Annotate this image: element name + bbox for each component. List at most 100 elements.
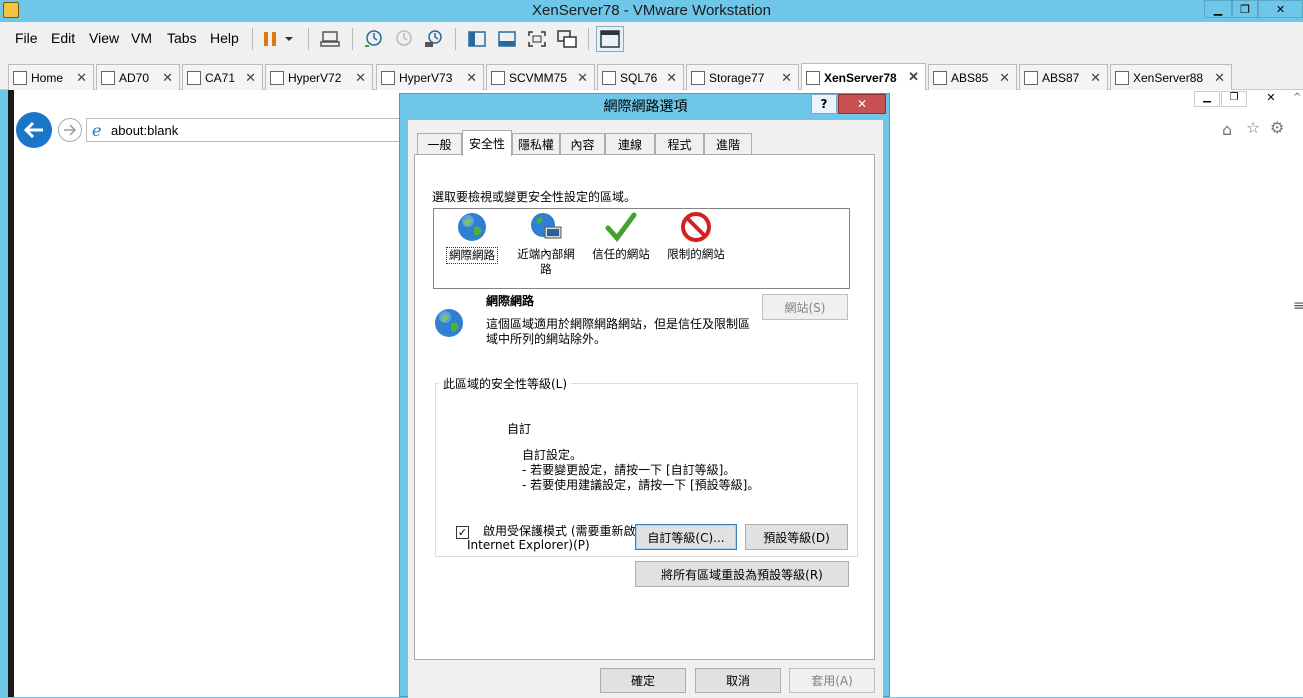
menu-view[interactable]: View (89, 30, 119, 46)
thumbnail-bar-icon[interactable] (496, 29, 518, 49)
vm-icon (491, 70, 505, 85)
favorites-star-icon[interactable]: ☆ (1246, 118, 1260, 137)
help-button[interactable]: ? (811, 94, 837, 114)
svg-text:e: e (92, 122, 101, 138)
vm-icon (691, 70, 705, 85)
default-level-button[interactable]: 預設等級(D) (745, 524, 848, 550)
unity-icon[interactable] (556, 29, 578, 49)
vm-tab-ad70[interactable]: AD70 ✕ (96, 64, 180, 90)
forward-button[interactable] (58, 118, 82, 142)
menu-tabs[interactable]: Tabs (167, 30, 197, 46)
vm-icon (1115, 70, 1129, 85)
vm-tab-scvmm75[interactable]: SCVMM75 ✕ (486, 64, 595, 90)
vm-tab-label: HyperV72 (288, 70, 342, 85)
minimize-button[interactable]: ▁ (1204, 0, 1232, 18)
console-view-icon[interactable] (596, 26, 624, 52)
vmware-titlebar: XenServer78 - VMware Workstation ▁ ❐ ✕ (0, 0, 1303, 22)
ok-button[interactable]: 確定 (600, 668, 686, 693)
guest-minimize-button[interactable]: ▁ (1194, 91, 1220, 107)
chevron-down-icon[interactable] (282, 29, 296, 49)
home-icon[interactable]: ⌂ (1222, 120, 1232, 139)
vm-tab-label: AD70 (119, 70, 150, 85)
vm-tab-xenserver88[interactable]: XenServer88 ✕ (1110, 64, 1232, 90)
snapshot-manager-icon[interactable] (422, 29, 444, 49)
scroll-up-icon[interactable]: ^ (1293, 92, 1301, 103)
tab-security[interactable]: 安全性 (462, 130, 512, 156)
restore-button[interactable]: ❐ (1232, 0, 1258, 18)
library-view-icon[interactable] (466, 29, 488, 49)
close-tab-icon[interactable]: ✕ (577, 70, 588, 86)
guest-restore-button[interactable]: ❐ (1221, 91, 1247, 107)
sites-button[interactable]: 網站(S) (762, 294, 848, 320)
menu-file[interactable]: File (15, 30, 38, 46)
vm-icon (933, 70, 947, 85)
vm-tab-abs85[interactable]: ABS85 ✕ (928, 64, 1017, 90)
settings-gear-icon[interactable]: ⚙ (1270, 118, 1284, 137)
menubar: File Edit View VM Tabs Help (0, 22, 1303, 56)
pause-icon[interactable] (259, 29, 281, 49)
security-tab-panel: 選取要檢視或變更安全性設定的區域。 網際網路 近端內部網路 信任的網站 限制的網… (414, 154, 875, 660)
protected-mode-label-line1[interactable]: 啟用受保護模式 (需要重新啟動 (483, 522, 648, 539)
close-tab-icon[interactable]: ✕ (355, 70, 366, 86)
back-button[interactable] (16, 112, 52, 148)
vm-tab-hyperv72[interactable]: HyperV72 ✕ (265, 64, 373, 90)
guest-close-button[interactable]: ✕ (1248, 91, 1294, 107)
address-bar[interactable]: e about:blank (86, 118, 406, 142)
vm-tab-label: SQL76 (620, 70, 658, 85)
vm-tab-storage77[interactable]: Storage77 ✕ (686, 64, 799, 90)
dialog-close-button[interactable]: ✕ (838, 94, 886, 114)
scroll-indicator-icon[interactable]: ≡ (1293, 298, 1303, 314)
send-ctrl-alt-del-icon[interactable] (319, 29, 341, 49)
menu-help[interactable]: Help (210, 30, 239, 46)
zone-restricted-sites[interactable]: 限制的網站 (661, 209, 731, 262)
close-tab-icon[interactable]: ✕ (666, 70, 677, 86)
vm-tab-hyperv73[interactable]: HyperV73 ✕ (376, 64, 484, 90)
tab-general[interactable]: 一般 (417, 133, 462, 155)
close-tab-icon[interactable]: ✕ (781, 70, 792, 86)
tab-content[interactable]: 內容 (560, 133, 605, 155)
tab-advanced[interactable]: 進階 (704, 133, 752, 155)
vm-icon (602, 70, 616, 85)
vm-tab-label: ABS87 (1042, 70, 1080, 85)
close-tab-icon[interactable]: ✕ (162, 70, 173, 86)
protected-mode-label-line2[interactable]: Internet Explorer)(P) (467, 538, 590, 552)
home-tab-icon (13, 70, 27, 85)
zone-prompt: 選取要檢視或變更安全性設定的區域。 (432, 190, 637, 204)
snapshot-revert-icon[interactable] (392, 29, 414, 49)
zone-local-intranet[interactable]: 近端內部網路 (511, 209, 581, 277)
custom-level-button[interactable]: 自訂等級(C)... (635, 524, 737, 550)
zone-internet[interactable]: 網際網路 (437, 209, 507, 264)
close-button[interactable]: ✕ (1258, 0, 1303, 18)
vm-tab-ca71[interactable]: CA71 ✕ (182, 64, 263, 90)
close-tab-icon[interactable]: ✕ (1214, 70, 1225, 86)
close-tab-icon[interactable]: ✕ (245, 70, 256, 86)
vm-tab-sql76[interactable]: SQL76 ✕ (597, 64, 684, 90)
window-title: XenServer78 - VMware Workstation (532, 2, 771, 19)
tab-connections[interactable]: 連線 (605, 133, 655, 155)
cancel-button[interactable]: 取消 (695, 668, 781, 693)
vm-icon (381, 70, 395, 85)
menu-vm[interactable]: VM (131, 30, 152, 46)
tab-privacy[interactable]: 隱私權 (512, 133, 560, 155)
internet-options-dialog: 網際網路選項 ? ✕ 一般 安全性 隱私權 內容 連線 程式 進階 選取要檢視或… (399, 93, 890, 698)
vm-tab-label: CA71 (205, 70, 236, 85)
tab-programs[interactable]: 程式 (655, 133, 704, 155)
reset-all-zones-button[interactable]: 將所有區域重設為預設等級(R) (635, 561, 849, 587)
globe-icon (458, 213, 486, 241)
close-tab-icon[interactable]: ✕ (908, 69, 919, 85)
vm-tab-xenserver78[interactable]: XenServer78 ✕ (801, 63, 926, 91)
close-tab-icon[interactable]: ✕ (999, 70, 1010, 86)
apply-button[interactable]: 套用(A) (789, 668, 875, 693)
close-tab-icon[interactable]: ✕ (76, 70, 87, 86)
check-icon (605, 212, 637, 242)
close-tab-icon[interactable]: ✕ (1090, 70, 1101, 86)
vm-tab-label: ABS85 (951, 70, 989, 85)
menu-edit[interactable]: Edit (51, 30, 75, 46)
vm-tab-abs87[interactable]: ABS87 ✕ (1019, 64, 1108, 90)
vm-tab-home[interactable]: Home ✕ (8, 64, 94, 90)
zone-trusted-sites[interactable]: 信任的網站 (586, 209, 656, 262)
close-tab-icon[interactable]: ✕ (466, 70, 477, 86)
vm-tab-label: HyperV73 (399, 70, 453, 85)
fullscreen-icon[interactable] (526, 29, 548, 49)
snapshot-take-icon[interactable] (362, 29, 384, 49)
